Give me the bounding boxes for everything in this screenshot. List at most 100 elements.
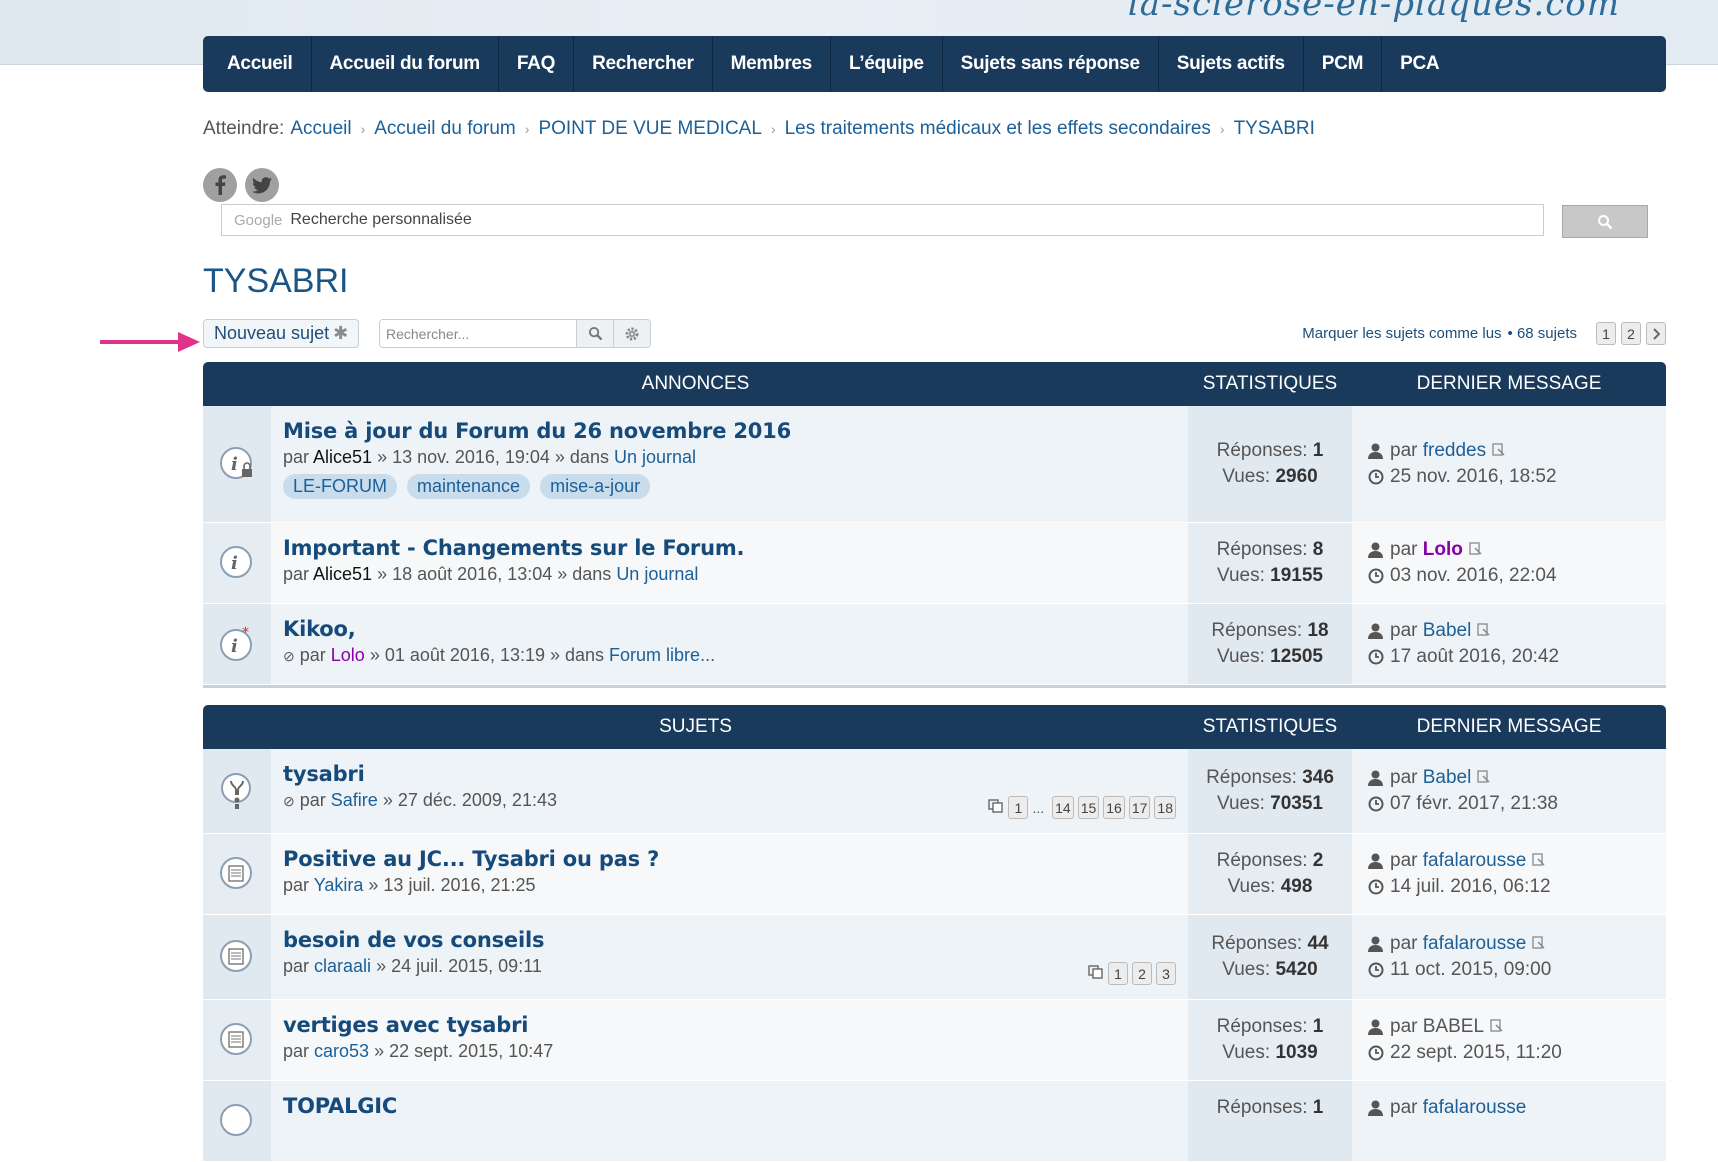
goto-last-post-icon[interactable]: [1477, 618, 1490, 644]
breadcrumb-separator: ›: [1219, 121, 1225, 137]
topic-title-link[interactable]: besoin de vos conseils: [283, 927, 1176, 953]
topic-main-cell: Positive au JC... Tysabri ou pas ? par Y…: [271, 834, 1188, 914]
topic-page-button[interactable]: 17: [1128, 796, 1151, 819]
topic-page-button[interactable]: 18: [1154, 796, 1176, 819]
nav-faq[interactable]: FAQ: [499, 36, 575, 92]
goto-last-post-icon[interactable]: [1469, 537, 1482, 563]
replies-label: Réponses:: [1211, 620, 1303, 641]
forum-link[interactable]: Un journal: [614, 447, 696, 467]
author-link[interactable]: Alice51: [313, 447, 372, 467]
breadcrumb-traitements[interactable]: Les traitements médicaux et les effets s…: [785, 118, 1211, 140]
table-row: tysabri ⊘ par Safire » 27 déc. 2009, 21:…: [203, 749, 1666, 834]
site-logo-text[interactable]: la-sclerose-en-plaques.com: [1128, 0, 1620, 24]
google-search-input[interactable]: [288, 210, 1493, 230]
facebook-icon[interactable]: [203, 168, 237, 202]
last-poster-link[interactable]: fafalarousse: [1423, 931, 1527, 957]
clock-icon: [1368, 879, 1390, 895]
topic-page-button[interactable]: 1: [1008, 796, 1029, 819]
table-row: besoin de vos conseils par claraali » 24…: [203, 915, 1666, 1000]
topic-page-button[interactable]: 14: [1052, 796, 1074, 819]
nav-accueil-forum[interactable]: Accueil du forum: [312, 36, 499, 92]
topic-title-link[interactable]: Kikoo,: [283, 616, 1176, 642]
goto-last-post-icon[interactable]: [1492, 438, 1505, 464]
goto-last-post-icon[interactable]: [1490, 1014, 1503, 1040]
goto-last-post-icon[interactable]: [1532, 848, 1545, 874]
page-1-button[interactable]: 1: [1596, 322, 1616, 345]
nav-pcm[interactable]: PCM: [1304, 36, 1383, 92]
mark-topics-read-link[interactable]: Marquer les sujets comme lus: [1302, 325, 1501, 342]
nav-equipe[interactable]: L’équipe: [831, 36, 943, 92]
author-link[interactable]: caro53: [314, 1041, 369, 1061]
topic-read-icon: [203, 915, 271, 999]
last-poster-link[interactable]: BABEL: [1423, 1014, 1484, 1040]
last-poster-link[interactable]: freddes: [1423, 438, 1486, 464]
announcements-block: ANNONCES STATISTIQUES DERNIER MESSAGE i …: [203, 362, 1666, 688]
clock-icon: [1368, 568, 1390, 584]
author-link[interactable]: Lolo: [331, 645, 365, 665]
post-date: » 22 sept. 2015, 10:47: [374, 1041, 554, 1061]
user-icon: [1368, 936, 1390, 952]
forum-link[interactable]: Forum libre...: [609, 645, 715, 665]
topic-title-link[interactable]: Important - Changements sur le Forum.: [283, 535, 1176, 561]
topic-page-button[interactable]: 1: [1108, 962, 1128, 985]
post-date: » 27 déc. 2009, 21:43: [382, 790, 557, 810]
nav-sujets-sans-reponse[interactable]: Sujets sans réponse: [943, 36, 1159, 92]
user-icon: [1368, 770, 1390, 786]
nav-membres[interactable]: Membres: [713, 36, 831, 92]
author-link[interactable]: Safire: [331, 790, 378, 810]
author-link[interactable]: Yakira: [314, 875, 364, 895]
author-link[interactable]: claraali: [314, 956, 371, 976]
search-icon: [588, 326, 602, 341]
topic-title-link[interactable]: Mise à jour du Forum du 26 novembre 2016: [283, 418, 1176, 444]
tag-list: LE-FORUM maintenance mise-a-jour: [283, 474, 1176, 499]
last-post-date: 25 nov. 2016, 18:52: [1390, 466, 1557, 487]
last-poster-link[interactable]: Babel: [1423, 765, 1472, 791]
topic-page-button[interactable]: 15: [1077, 796, 1100, 819]
nav-rechercher[interactable]: Rechercher: [574, 36, 713, 92]
breadcrumb-accueil[interactable]: Accueil: [290, 118, 351, 140]
goto-last-post-icon[interactable]: [1477, 765, 1490, 791]
last-poster-link[interactable]: fafalarousse: [1423, 848, 1527, 874]
topic-title-link[interactable]: vertiges avec tysabri: [283, 1012, 1176, 1038]
nav-accueil[interactable]: Accueil: [209, 36, 312, 92]
author-link[interactable]: Alice51: [313, 564, 372, 584]
topic-title-link[interactable]: TOPALGIC: [283, 1093, 1176, 1119]
topic-title-link[interactable]: Positive au JC... Tysabri ou pas ?: [283, 846, 1176, 872]
clock-icon: [1368, 962, 1390, 978]
google-search-button[interactable]: [1562, 205, 1648, 238]
topic-page-button[interactable]: 16: [1103, 796, 1125, 819]
last-poster-link[interactable]: Babel: [1423, 618, 1472, 644]
page-title[interactable]: TYSABRI: [203, 262, 348, 301]
breadcrumb-accueil-forum[interactable]: Accueil du forum: [374, 118, 516, 140]
breadcrumb-point-de-vue-medical[interactable]: POINT DE VUE MEDICAL: [538, 118, 761, 140]
forum-search-input[interactable]: [380, 320, 576, 347]
tag-maintenance[interactable]: maintenance: [407, 474, 531, 499]
topic-count: • 68 sujets: [1507, 325, 1577, 342]
views-label: Vues:: [1227, 876, 1276, 897]
tag-le-forum[interactable]: LE-FORUM: [283, 474, 397, 499]
topic-read-icon: [203, 1000, 271, 1080]
last-post-cell: par BABEL 22 sept. 2015, 11:20: [1352, 1000, 1666, 1080]
views-label: Vues:: [1216, 793, 1265, 814]
breadcrumb-tysabri[interactable]: TYSABRI: [1234, 118, 1315, 140]
topic-title-link[interactable]: tysabri: [283, 761, 1176, 787]
topic-meta: par Alice51 » 18 août 2016, 13:04 » dans…: [283, 561, 1176, 587]
twitter-icon[interactable]: [245, 168, 279, 202]
advanced-search-button[interactable]: [613, 320, 650, 347]
new-topic-button[interactable]: Nouveau sujet ✱: [203, 319, 360, 348]
last-poster-link[interactable]: Lolo: [1423, 537, 1463, 563]
tag-mise-a-jour[interactable]: mise-a-jour: [540, 474, 651, 499]
last-poster-link[interactable]: fafalarousse: [1423, 1095, 1527, 1121]
nav-sujets-actifs[interactable]: Sujets actifs: [1159, 36, 1304, 92]
nav-pca[interactable]: PCA: [1382, 36, 1457, 92]
next-page-button[interactable]: [1646, 322, 1666, 345]
by-label: par: [1390, 850, 1418, 871]
topic-page-button[interactable]: 2: [1132, 962, 1152, 985]
goto-last-post-icon[interactable]: [1532, 931, 1545, 957]
forum-search-button[interactable]: [576, 320, 613, 347]
forum-link[interactable]: Un journal: [616, 564, 698, 584]
page-2-button[interactable]: 2: [1621, 322, 1641, 345]
topic-page-button[interactable]: 3: [1156, 962, 1176, 985]
breadcrumb: Atteindre: Accueil › Accueil du forum › …: [203, 118, 1315, 140]
topics-column-title: SUJETS: [659, 716, 732, 737]
